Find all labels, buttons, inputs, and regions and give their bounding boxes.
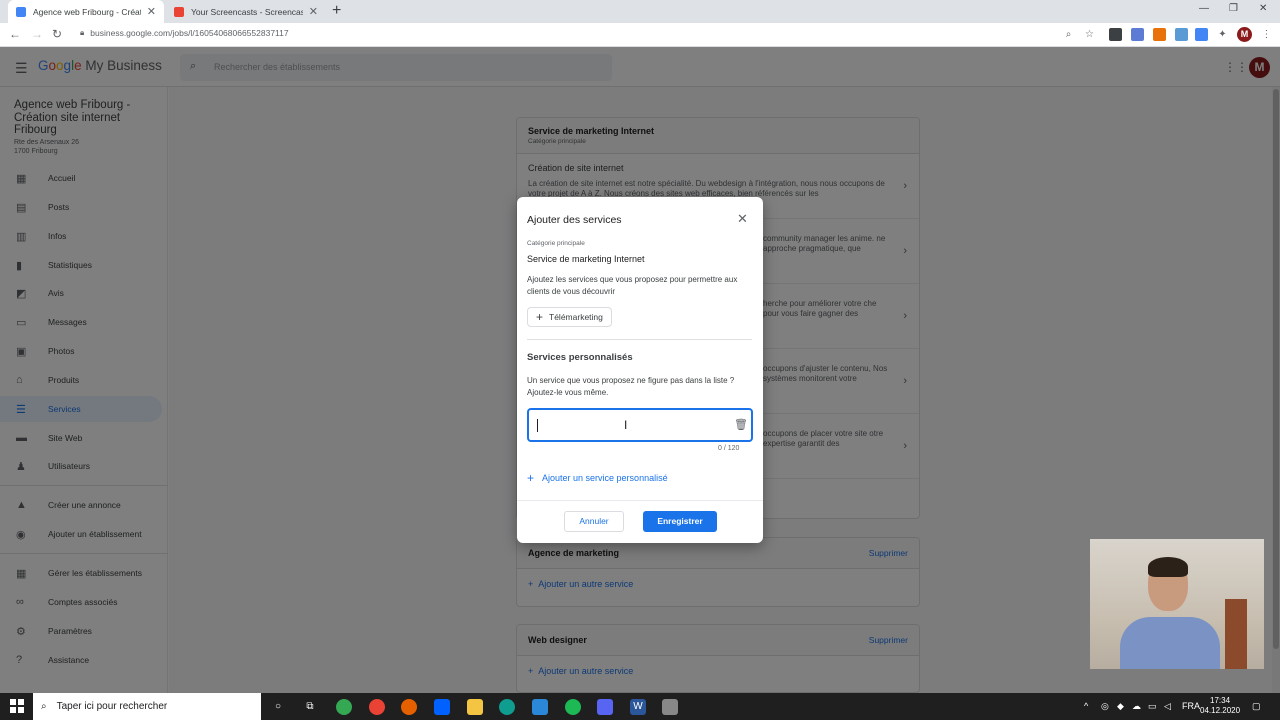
browser-tab-bar: Agence web Fribourg - Création ✕ Your Sc…: [0, 0, 1280, 23]
divider: [527, 339, 752, 340]
windows-start-icon[interactable]: [10, 699, 24, 713]
spotify-icon[interactable]: [565, 699, 581, 715]
add-services-dialog: Ajouter des services ✕ Catégorie princip…: [517, 197, 763, 543]
new-tab-button[interactable]: +: [332, 2, 341, 20]
custom-services-heading: Services personnalisés: [527, 352, 633, 363]
tab-screencastify[interactable]: Your Screencasts - Screencastify ✕: [166, 0, 326, 23]
suggested-service-chip[interactable]: + Télémarketing: [527, 307, 612, 327]
extension-icon[interactable]: [1109, 28, 1122, 41]
dropbox-tray-icon[interactable]: ◆: [1117, 701, 1124, 712]
bookmark-star-icon[interactable]: ☆: [1083, 28, 1096, 41]
plus-icon: +: [527, 471, 535, 485]
custom-services-description: Un service que vous proposez ne figure p…: [527, 376, 735, 397]
volume-icon[interactable]: ◁: [1164, 701, 1171, 712]
text-cursor-icon: I: [624, 418, 628, 432]
close-window-icon[interactable]: ✕: [1259, 3, 1267, 14]
extension-icon[interactable]: [1195, 28, 1208, 41]
google-my-business-favicon-icon: [16, 6, 26, 17]
close-tab-icon[interactable]: ✕: [309, 5, 318, 18]
plus-icon: +: [536, 310, 544, 324]
category-value: Service de marketing Internet: [527, 254, 645, 264]
custom-service-input[interactable]: I 🗑︎: [527, 408, 753, 442]
url-field[interactable]: 🔒︎ business.google.com/jobs/l/1605406806…: [80, 28, 289, 38]
close-icon[interactable]: ✕: [737, 211, 748, 227]
onedrive-icon[interactable]: ☁: [1132, 701, 1141, 712]
mail-icon[interactable]: [532, 699, 548, 715]
cancel-button[interactable]: Annuler: [564, 511, 624, 532]
file-explorer-icon[interactable]: [467, 699, 483, 715]
add-custom-service-link[interactable]: + Ajouter un service personnalisé: [527, 471, 668, 485]
app-icon[interactable]: [662, 699, 678, 715]
save-button[interactable]: Enregistrer: [643, 511, 717, 532]
extension-icon[interactable]: [1131, 28, 1144, 41]
character-counter: 0 / 120: [718, 445, 740, 452]
chrome-profile-icon[interactable]: [369, 699, 385, 715]
chrome-profile-avatar[interactable]: M: [1237, 27, 1252, 42]
edge-icon[interactable]: [499, 699, 515, 715]
close-tab-icon[interactable]: ✕: [147, 5, 156, 18]
tray-icon[interactable]: ◎: [1101, 701, 1109, 712]
network-icon[interactable]: ▭: [1148, 701, 1157, 712]
dialog-title: Ajouter des services: [527, 214, 622, 226]
system-clock[interactable]: 17:34 04.12.2020: [1200, 696, 1240, 716]
tray-chevron-icon[interactable]: ^: [1084, 701, 1088, 711]
minimize-icon[interactable]: —: [1199, 3, 1209, 14]
text-caret: [537, 419, 538, 432]
discord-icon[interactable]: [597, 699, 613, 715]
windows-taskbar: ⌕ Taper ici pour rechercher ○ ⧉ W ^ ◎ ◆ …: [0, 693, 1280, 720]
divider: [517, 500, 763, 501]
tab-agence-web[interactable]: Agence web Fribourg - Création ✕: [8, 0, 164, 23]
cortana-icon[interactable]: ○: [270, 699, 286, 715]
chrome-icon[interactable]: [336, 699, 352, 715]
extension-icon[interactable]: [1153, 28, 1166, 41]
forward-icon[interactable]: →: [31, 27, 43, 41]
back-icon[interactable]: ←: [9, 27, 21, 41]
zoom-icon[interactable]: ⌕: [1062, 28, 1075, 41]
word-icon[interactable]: W: [630, 699, 646, 715]
tab-title: Your Screencasts - Screencastify: [191, 6, 303, 17]
restore-icon[interactable]: ❐: [1229, 3, 1238, 14]
webcam-overlay: [1090, 539, 1264, 669]
notification-center-icon[interactable]: ▢: [1252, 701, 1261, 712]
url-text: business.google.com/jobs/l/1605406806655…: [90, 28, 289, 38]
dialog-description: Ajoutez les services que vous proposez p…: [527, 275, 738, 296]
dropbox-icon[interactable]: [434, 699, 450, 715]
firefox-icon[interactable]: [401, 699, 417, 715]
screencastify-favicon-icon: [174, 6, 184, 17]
tab-title: Agence web Fribourg - Création: [33, 6, 141, 17]
task-view-icon[interactable]: ⧉: [302, 699, 318, 715]
search-icon: ⌕: [41, 701, 47, 712]
trash-icon[interactable]: 🗑︎: [734, 418, 748, 431]
address-bar: ← → ↻ 🔒︎ business.google.com/jobs/l/1605…: [0, 23, 1280, 47]
taskbar-search-input[interactable]: ⌕ Taper ici pour rechercher: [33, 693, 261, 720]
extensions-puzzle-icon[interactable]: ✦: [1216, 28, 1229, 41]
category-label: Catégorie principale: [527, 240, 585, 247]
extension-icon[interactable]: [1175, 28, 1188, 41]
reload-icon[interactable]: ↻: [52, 27, 62, 41]
language-indicator[interactable]: FRA: [1182, 701, 1200, 711]
lock-icon: 🔒︎: [80, 28, 85, 37]
chrome-menu-icon[interactable]: ⋮: [1260, 28, 1273, 41]
